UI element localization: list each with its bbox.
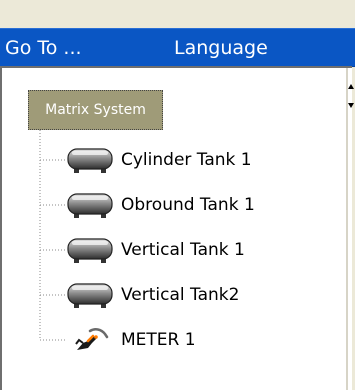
tree-item-label: Vertical Tank 1 (121, 240, 245, 260)
tree-root-matrix-system[interactable]: Matrix System (28, 90, 163, 130)
tank-icon (67, 193, 113, 218)
tree-item-meter-1[interactable]: METER 1 (66, 324, 196, 356)
menu-goto[interactable]: Go To ... (3, 35, 84, 61)
tank-icon (67, 283, 113, 308)
scroll-up-arrow-icon (348, 84, 354, 89)
scroll-arrows[interactable] (347, 83, 355, 109)
tree-item-cylinder-tank-1[interactable]: Cylinder Tank 1 (66, 144, 252, 176)
tree-item-label: Obround Tank 1 (121, 195, 255, 215)
panel-divider (346, 68, 348, 390)
app-window: Go To ... Language Matrix System Cylinde… (0, 0, 355, 390)
tank-icon (67, 148, 113, 173)
menu-bar: Go To ... Language (0, 28, 355, 67)
tree-item-label: METER 1 (121, 330, 196, 350)
tree-item-obround-tank-1[interactable]: Obround Tank 1 (66, 189, 255, 221)
fuel-nozzle-icon (75, 328, 109, 350)
scroll-down-arrow-icon (348, 103, 354, 108)
tree-item-vertical-tank2[interactable]: Vertical Tank2 (66, 279, 239, 311)
tank-icon (67, 238, 113, 263)
window-top-strip (0, 0, 355, 28)
menu-language[interactable]: Language (172, 35, 270, 61)
tree-item-label: Cylinder Tank 1 (121, 150, 252, 170)
tree-item-label: Vertical Tank2 (121, 285, 240, 305)
tree-item-vertical-tank-1[interactable]: Vertical Tank 1 (66, 234, 245, 266)
